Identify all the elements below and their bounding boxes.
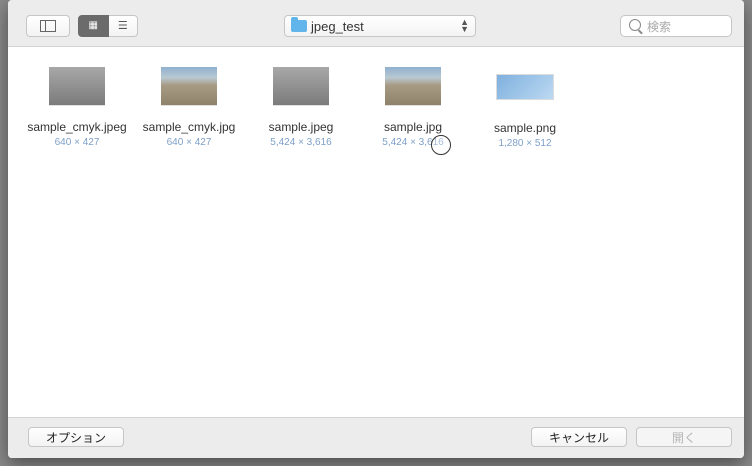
open-file-dialog: ▦ ☰ jpeg_test ▲ ▼ 検索 sample_cmyk.jpeg 640…	[8, 0, 744, 458]
path-popup-button[interactable]: jpeg_test ▲ ▼	[284, 15, 476, 37]
sidebar-toggle-button[interactable]	[26, 15, 70, 37]
mouse-cursor-icon	[431, 135, 451, 155]
file-dimensions: 5,424 × 3,616	[270, 137, 332, 148]
cancel-button[interactable]: キャンセル	[531, 427, 627, 447]
open-button[interactable]: 開く	[636, 427, 732, 447]
view-mode-segmented-control: ▦ ☰	[78, 15, 138, 37]
list-icon: ☰	[117, 20, 128, 32]
file-thumbnail	[161, 67, 217, 106]
file-dimensions: 640 × 427	[166, 137, 212, 148]
folder-icon	[291, 17, 307, 32]
file-name: sample_cmyk.jpg	[142, 120, 236, 134]
file-item[interactable]: sample.png 1,280 × 512	[470, 67, 580, 149]
options-button[interactable]: オプション	[28, 427, 124, 447]
file-item[interactable]: sample.jpg 5,424 × 3,616	[358, 67, 468, 148]
file-thumbnail	[49, 67, 105, 106]
file-name: sample_cmyk.jpeg	[27, 120, 127, 134]
search-icon	[629, 19, 641, 31]
file-name: sample.jpg	[383, 120, 443, 134]
toolbar: ▦ ☰ jpeg_test ▲ ▼ 検索	[8, 0, 744, 47]
file-item[interactable]: sample.jpeg 5,424 × 3,616	[246, 67, 356, 148]
grid-icon: ▦	[88, 20, 98, 31]
file-dimensions: 1,280 × 512	[498, 138, 552, 149]
icon-view-button[interactable]: ▦	[78, 15, 109, 37]
file-thumbnail	[496, 74, 554, 100]
search-placeholder: 検索	[647, 19, 672, 34]
dialog-footer: オプション キャンセル 開く	[8, 417, 744, 458]
file-name: sample.jpeg	[268, 120, 334, 134]
file-dimensions: 5,424 × 3,616	[382, 137, 444, 148]
updown-chevron-icon: ▲ ▼	[460, 17, 469, 34]
search-field[interactable]: 検索	[620, 15, 732, 37]
file-item[interactable]: sample_cmyk.jpeg 640 × 427	[22, 67, 132, 148]
path-label: jpeg_test	[311, 18, 364, 34]
list-view-button[interactable]: ☰	[108, 15, 138, 37]
file-thumbnail	[273, 67, 329, 106]
file-browser: sample_cmyk.jpeg 640 × 427 sample_cmyk.j…	[8, 47, 744, 417]
file-name: sample.png	[493, 121, 557, 135]
file-thumbnail	[385, 67, 441, 106]
file-item[interactable]: sample_cmyk.jpg 640 × 427	[134, 67, 244, 148]
file-dimensions: 640 × 427	[54, 137, 100, 148]
sidebar-icon	[40, 20, 56, 32]
